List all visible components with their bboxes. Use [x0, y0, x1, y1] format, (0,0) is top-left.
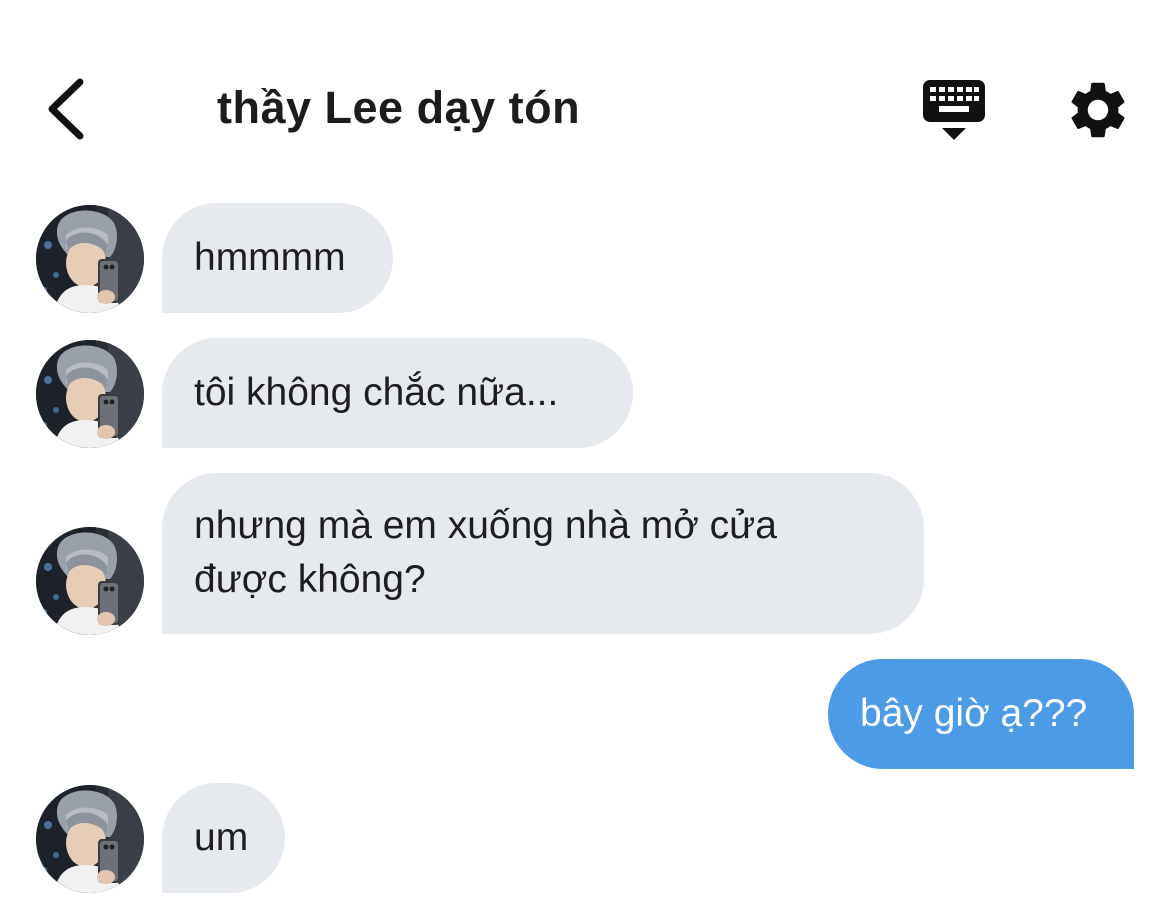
message-row: nhưng mà em xuống nhà mở cửa được không?: [0, 473, 1170, 634]
keyboard-button[interactable]: [918, 76, 990, 144]
avatar[interactable]: [36, 205, 144, 313]
message-line: được không?: [194, 558, 426, 601]
message-text: um: [194, 816, 249, 859]
incoming-message-bubble[interactable]: tôi không chắc nữa...: [162, 338, 633, 448]
incoming-message-bubble[interactable]: nhưng mà em xuống nhà mở cửa được không?: [162, 473, 924, 634]
keyboard-icon: [923, 80, 985, 140]
message-text: bây giờ ạ???: [860, 692, 1088, 735]
message-row: bây giờ ạ???: [0, 659, 1170, 769]
message-row: um: [0, 783, 1170, 893]
incoming-message-bubble[interactable]: hmmmm: [162, 203, 393, 313]
message-row: hmmmm: [0, 203, 1170, 313]
incoming-message-bubble[interactable]: um: [162, 783, 285, 893]
avatar[interactable]: [36, 785, 144, 893]
avatar[interactable]: [36, 340, 144, 448]
message-text: nhưng mà em xuống nhà mở cửa được không?: [194, 499, 777, 607]
message-text: tôi không chắc nữa...: [194, 371, 559, 414]
back-button[interactable]: [40, 74, 96, 144]
avatar[interactable]: [36, 527, 144, 635]
conversation-title: thầy Lee dạy tón: [217, 82, 581, 133]
message-line: nhưng mà em xuống nhà mở cửa: [194, 504, 777, 547]
outgoing-message-bubble[interactable]: bây giờ ạ???: [828, 659, 1134, 769]
settings-button[interactable]: [1064, 76, 1132, 144]
chat-header: thầy Lee dạy tón: [0, 0, 1170, 175]
message-text: hmmmm: [194, 236, 346, 279]
gear-icon: [1071, 82, 1125, 138]
message-row: tôi không chắc nữa...: [0, 338, 1170, 448]
chevron-left-icon: [48, 78, 84, 140]
